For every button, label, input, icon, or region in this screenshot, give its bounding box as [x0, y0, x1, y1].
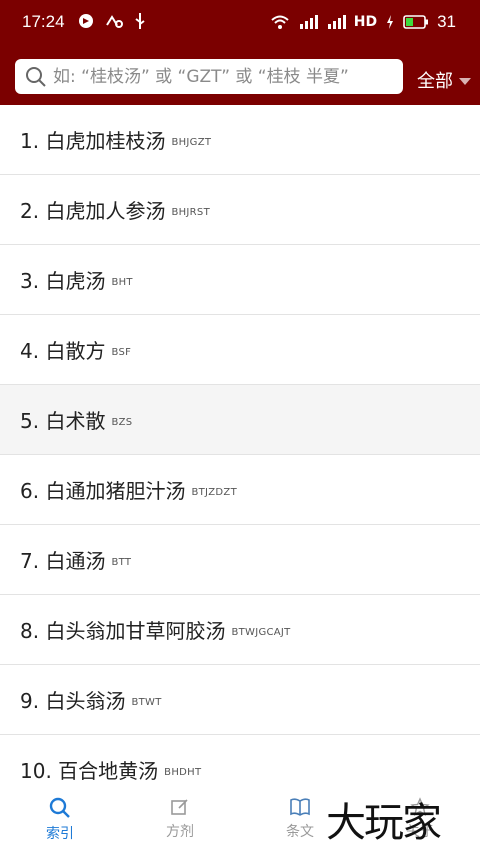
- tab-formulas[interactable]: 方剂: [120, 787, 240, 853]
- formula-name: 6. 白通加猪胆汁汤: [20, 479, 186, 503]
- formula-list: 1. 白虎加桂枝汤 BHJGZT 2. 白虎加人参汤 BHJRST 3. 白虎汤 BH…: [0, 105, 480, 805]
- formula-abbr: BTWT: [131, 697, 162, 708]
- link-icon: [106, 15, 123, 28]
- tab-label: 条文: [286, 824, 314, 840]
- search-input[interactable]: [53, 59, 393, 94]
- tab-label: 索引: [46, 826, 74, 842]
- list-item[interactable]: 2. 白虎加人参汤 BHJRST: [0, 175, 480, 245]
- formula-abbr: BTT: [111, 557, 132, 568]
- formula-name: 8. 白头翁加甘草阿胶汤: [20, 619, 226, 643]
- formula-name: 9. 白头翁汤: [20, 689, 126, 713]
- formula-name: 4. 白散方: [20, 339, 106, 363]
- battery-icon: [403, 15, 429, 29]
- chevron-down-icon: [459, 77, 471, 85]
- signal-icon: [327, 15, 346, 29]
- formula-abbr: BHJRST: [171, 207, 210, 218]
- list-item[interactable]: 3. 白虎汤 BHT: [0, 245, 480, 315]
- status-system-icons: HD 31: [270, 12, 456, 32]
- network-type: HD: [353, 14, 378, 30]
- edit-icon: [171, 799, 188, 815]
- category-filter-dropdown[interactable]: 全部: [417, 67, 471, 93]
- list-item[interactable]: 8. 白头翁加甘草阿胶汤 BTWJGCAJT: [0, 595, 480, 665]
- formula-abbr: BHJGZT: [171, 137, 212, 148]
- formula-abbr: BSF: [111, 347, 132, 358]
- search-icon: [49, 797, 70, 818]
- formula-abbr: BHT: [111, 277, 133, 288]
- watermark-logo: 大玩家: [326, 800, 442, 846]
- status-time: 17:24: [22, 12, 65, 31]
- list-item[interactable]: 7. 白通汤 BTT: [0, 525, 480, 595]
- formula-abbr: BZS: [111, 417, 133, 428]
- list-item[interactable]: 4. 白散方 BSF: [0, 315, 480, 385]
- wifi-icon: [271, 15, 289, 29]
- formula-name: 3. 白虎汤: [20, 269, 106, 293]
- tab-index[interactable]: 索引: [0, 787, 120, 853]
- formula-name: 5. 白术散: [20, 409, 106, 433]
- charging-icon: [387, 15, 394, 29]
- list-item[interactable]: 5. 白术散 BZS: [0, 385, 480, 455]
- signal-icon: [299, 15, 318, 29]
- list-item[interactable]: 1. 白虎加桂枝汤 BHJGZT: [0, 105, 480, 175]
- notification-icon: [79, 14, 93, 28]
- filter-label: 全部: [417, 71, 453, 92]
- status-bar: 17:24 HD 31: [0, 0, 480, 44]
- search-icon: [26, 67, 46, 87]
- formula-name: 7. 白通汤: [20, 549, 106, 573]
- book-icon: [290, 798, 310, 816]
- status-notification-icons: [78, 12, 146, 30]
- formula-name: 2. 白虎加人参汤: [20, 199, 166, 223]
- list-item[interactable]: 9. 白头翁汤 BTWT: [0, 665, 480, 735]
- formula-name: 10. 百合地黄汤: [20, 759, 159, 783]
- search-header: 全部: [0, 44, 480, 105]
- usb-icon: [135, 13, 145, 29]
- formula-abbr: BTJZDZT: [191, 487, 237, 498]
- formula-name: 1. 白虎加桂枝汤: [20, 129, 166, 153]
- formula-abbr: BTWJGCAJT: [231, 627, 291, 638]
- search-box[interactable]: [15, 59, 403, 94]
- tab-label: 方剂: [166, 824, 194, 840]
- formula-abbr: BHDHT: [164, 767, 202, 778]
- list-item[interactable]: 6. 白通加猪胆汁汤 BTJZDZT: [0, 455, 480, 525]
- battery-level: 31: [437, 12, 456, 31]
